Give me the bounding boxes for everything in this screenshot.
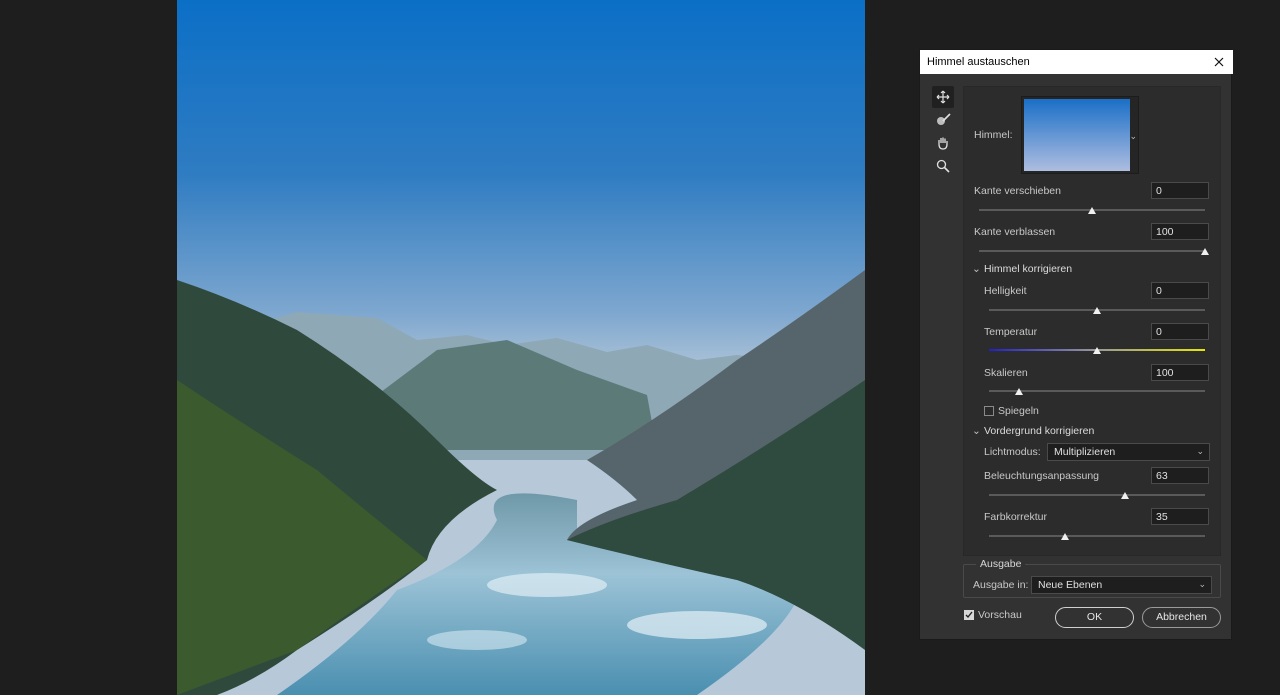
ok-button[interactable]: OK xyxy=(1055,607,1134,628)
temperature-slider-thumb[interactable] xyxy=(1093,347,1101,354)
preview-label: Vorschau xyxy=(978,609,1022,621)
dialog-titlebar: Himmel austauschen xyxy=(920,50,1233,74)
cancel-button[interactable]: Abbrechen xyxy=(1142,607,1221,628)
output-to-select[interactable]: Neue Ebenen ⌄ xyxy=(1031,576,1212,594)
light-mode-value: Multiplizieren xyxy=(1054,446,1116,458)
close-icon[interactable] xyxy=(1209,52,1229,72)
lighting-slider[interactable] xyxy=(989,494,1205,496)
scale-field[interactable]: 100 xyxy=(1151,364,1209,381)
sky-adjust-heading: Himmel korrigieren xyxy=(984,263,1073,275)
sky-adjust-section[interactable]: ⌄ Himmel korrigieren xyxy=(972,263,1072,275)
brightness-slider-thumb[interactable] xyxy=(1093,307,1101,314)
edge-fade-slider-thumb[interactable] xyxy=(1201,248,1209,255)
color-correction-label: Farbkorrektur xyxy=(984,511,1048,523)
flip-label: Spiegeln xyxy=(998,405,1039,417)
canvas-photo[interactable] xyxy=(177,0,865,695)
edge-fade-field[interactable]: 100 xyxy=(1151,223,1209,240)
foreground-section[interactable]: ⌄ Vordergrund korrigieren xyxy=(972,425,1094,437)
brightness-label: Helligkeit xyxy=(984,285,1027,297)
sky-brush-icon[interactable] xyxy=(932,109,954,131)
chevron-down-icon: ⌄ xyxy=(972,425,981,437)
chevron-down-icon: ⌄ xyxy=(972,263,981,275)
color-correction-slider-thumb[interactable] xyxy=(1060,533,1069,540)
move-icon[interactable] xyxy=(932,86,954,108)
chevron-down-icon: ⌄ xyxy=(1198,579,1206,589)
checkmark-icon xyxy=(965,611,973,619)
edge-shift-label: Kante verschieben xyxy=(974,185,1061,197)
dialog-title: Himmel austauschen xyxy=(927,56,1030,68)
light-mode-select[interactable]: Multiplizieren ⌄ xyxy=(1047,443,1210,461)
sky-label: Himmel: xyxy=(974,129,1013,141)
edge-fade-label: Kante verblassen xyxy=(974,226,1056,238)
light-mode-label: Lichtmodus: xyxy=(984,446,1041,458)
color-correction-field[interactable]: 35 xyxy=(1151,508,1209,525)
sky-preset-thumbnail xyxy=(1024,99,1130,171)
replace-sky-dialog: Himmel austauschen Himmel: ⌄ Kante versc… xyxy=(919,49,1233,640)
scale-slider-thumb[interactable] xyxy=(1015,388,1024,395)
lighting-slider-thumb[interactable] xyxy=(1121,492,1130,499)
scale-label: Skalieren xyxy=(984,367,1028,379)
preview-checkbox[interactable] xyxy=(964,610,974,620)
temperature-field[interactable]: 0 xyxy=(1151,323,1209,340)
chevron-down-icon: ⌄ xyxy=(1129,131,1137,141)
workspace: Himmel austauschen Himmel: ⌄ Kante versc… xyxy=(0,0,1280,695)
output-heading: Ausgabe xyxy=(976,558,1026,570)
hand-icon[interactable] xyxy=(932,132,954,154)
tool-column xyxy=(932,86,954,178)
edge-shift-field[interactable]: 0 xyxy=(1151,182,1209,199)
sky-preset-picker[interactable]: ⌄ xyxy=(1021,96,1139,174)
output-to-value: Neue Ebenen xyxy=(1038,579,1103,591)
edge-shift-slider-thumb[interactable] xyxy=(1088,207,1096,214)
color-correction-slider[interactable] xyxy=(989,535,1205,537)
foreground-heading: Vordergrund korrigieren xyxy=(984,425,1095,437)
flip-checkbox[interactable] xyxy=(984,406,994,416)
brightness-field[interactable]: 0 xyxy=(1151,282,1209,299)
temperature-label: Temperatur xyxy=(984,326,1038,338)
output-to-label: Ausgabe in: xyxy=(973,579,1029,591)
lighting-field[interactable]: 63 xyxy=(1151,467,1209,484)
zoom-icon[interactable] xyxy=(932,155,954,177)
edge-fade-slider[interactable] xyxy=(979,250,1205,252)
chevron-down-icon: ⌄ xyxy=(1196,446,1204,456)
lighting-label: Beleuchtungsanpassung xyxy=(984,470,1100,482)
